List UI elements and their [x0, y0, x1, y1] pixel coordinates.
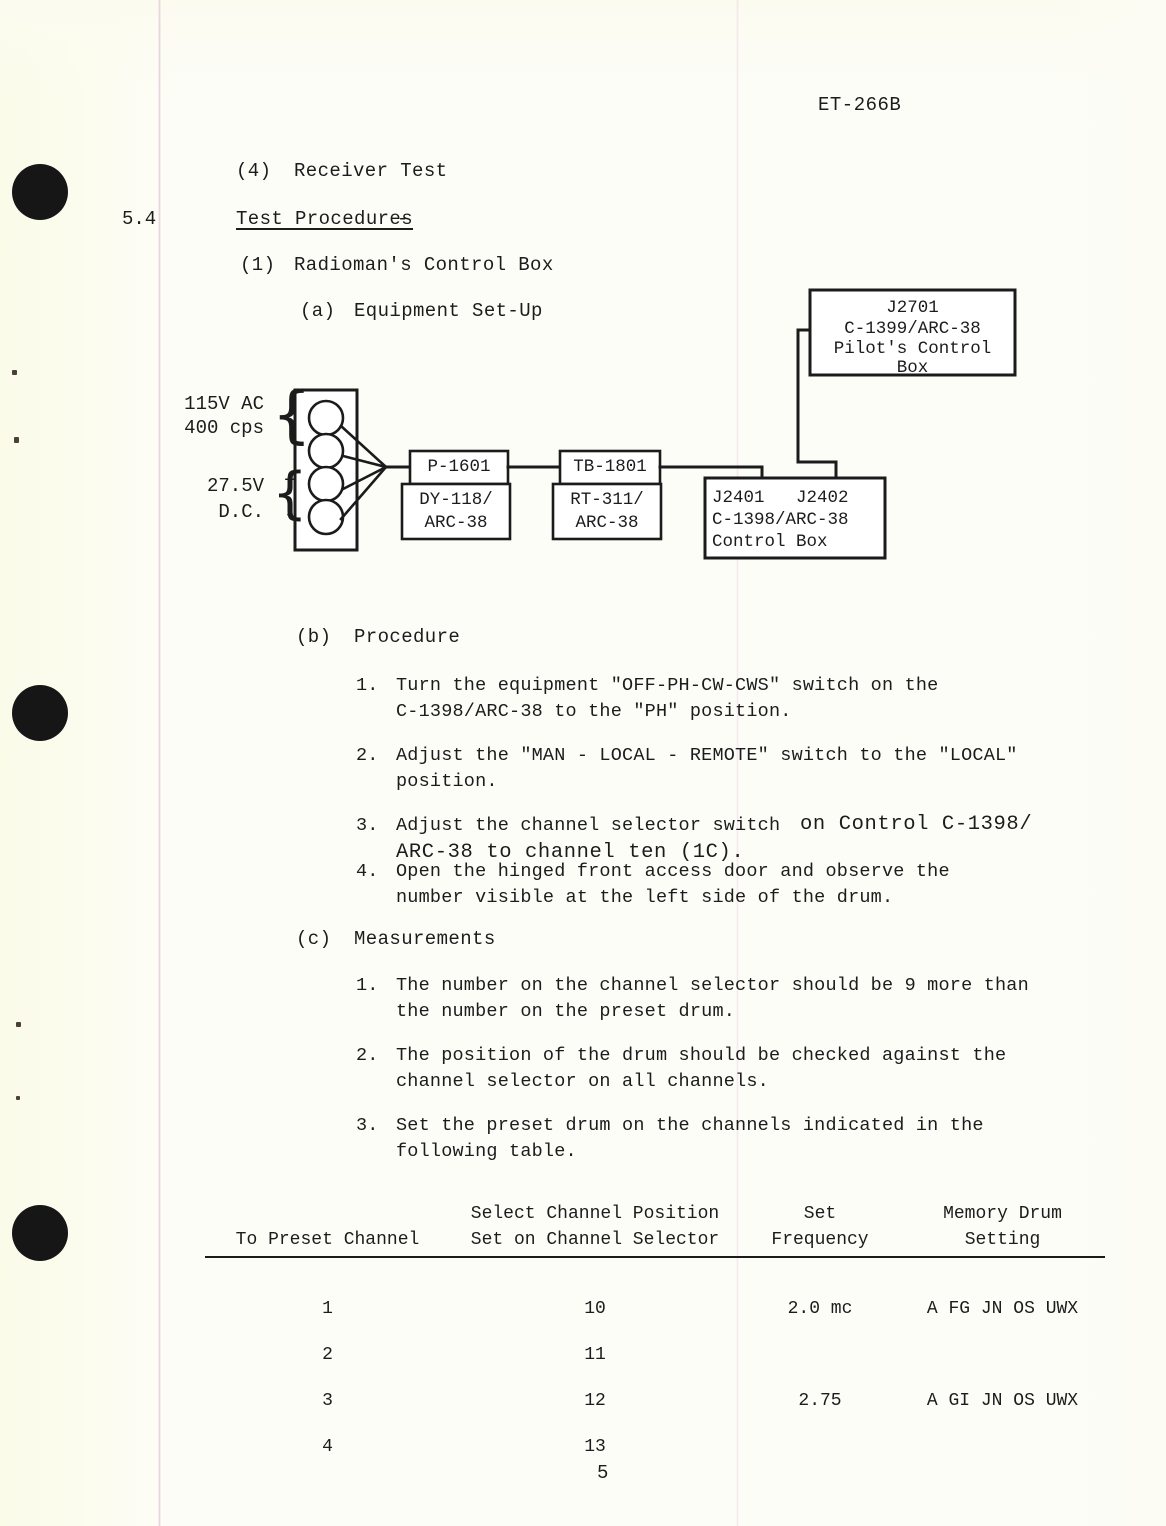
- scan-speckle: [12, 370, 17, 375]
- scan-speckle: [16, 1022, 21, 1027]
- scan-speckle: [14, 437, 19, 443]
- outline-item-4-label: (4): [236, 160, 272, 182]
- power-ac-label-line1: 115V AC: [184, 393, 264, 415]
- procedure-step-line: position.: [396, 771, 498, 792]
- cell-preset-channel: 1: [322, 1299, 333, 1320]
- table-header-row: To Preset Channel Select Channel Positio…: [205, 1175, 1105, 1286]
- table-row: 3 12 2.75 A GI JN OS UWX: [205, 1378, 1105, 1424]
- outline-item-c-label: (c): [296, 928, 332, 950]
- cell-memory-drum: [900, 1332, 1105, 1378]
- table-row: 4 13: [205, 1424, 1105, 1470]
- outline-item-b-text: Procedure: [354, 626, 461, 648]
- cell-selector-position: 10: [584, 1299, 606, 1320]
- header-rule: [740, 1256, 900, 1259]
- tb1801-connector-label: TB-1801: [573, 457, 647, 477]
- preset-channel-table: To Preset Channel Select Channel Positio…: [205, 1175, 1105, 1470]
- table-row: 2 11: [205, 1332, 1105, 1378]
- power-ac-brace: {: [272, 378, 312, 451]
- cell-memory-drum: A FG JN OS UWX: [926, 1299, 1079, 1320]
- dy118-unit-line1: DY-118/: [419, 490, 493, 510]
- header-rule: [205, 1256, 450, 1259]
- measurement-step-number: 3.: [356, 1115, 379, 1136]
- outline-item-b-label: (b): [296, 626, 332, 648]
- pilot-control-box-line4: Box: [896, 358, 929, 378]
- table-header-preset-channel: To Preset Channel: [205, 1175, 450, 1286]
- measurement-step-line: channel selector on all channels.: [396, 1071, 769, 1092]
- scanned-page: ET-266B (4) Receiver Test 5.4 Test Proce…: [0, 0, 1166, 1526]
- measurement-step-line: following table.: [396, 1141, 577, 1162]
- section-title-dash: -: [397, 208, 409, 230]
- paper-crease-left: [158, 0, 161, 1526]
- table-header-selector-position: Select Channel Position Set on Channel S…: [450, 1175, 740, 1286]
- cell-set-frequency: 2.0 mc: [787, 1299, 853, 1320]
- outline-item-1-label: (1): [240, 254, 276, 276]
- section-number: 5.4: [122, 208, 157, 230]
- procedure-step-line: Adjust the channel selector switch: [396, 815, 792, 836]
- cell-preset-channel: 2: [322, 1345, 333, 1366]
- outline-item-c-text: Measurements: [354, 928, 496, 950]
- polarity-plus-label: +: [284, 470, 297, 493]
- document-header-code: ET-266B: [818, 94, 902, 116]
- cell-set-frequency: [740, 1332, 900, 1378]
- binding-punch-hole: [12, 685, 68, 741]
- outline-item-4-text: Receiver Test: [294, 160, 448, 182]
- procedure-step-line-overtype: on Control C-1398/: [800, 813, 1033, 836]
- header-rule: [900, 1256, 1105, 1259]
- procedure-step-number: 1.: [356, 675, 379, 696]
- cell-selector-position: 11: [584, 1345, 606, 1366]
- measurement-step-line: Set the preset drum on the channels indi…: [396, 1115, 984, 1136]
- table-body: 1 10 2.0 mc A FG JN OS UWX 2 11 3 12 2.7…: [205, 1286, 1105, 1470]
- outline-item-a-label: (a): [300, 300, 336, 322]
- cell-set-frequency: 2.75: [798, 1391, 842, 1412]
- measurement-step-line: the number on the preset drum.: [396, 1001, 736, 1022]
- procedure-step-line: Open the hinged front access door and ob…: [396, 861, 950, 882]
- control-box-line3: Control Box: [712, 532, 828, 552]
- table-header-memory-drum-text: Memory Drum Setting: [943, 1204, 1062, 1251]
- p1601-connector-label: P-1601: [427, 457, 491, 477]
- cell-memory-drum: A GI JN OS UWX: [926, 1391, 1079, 1412]
- table-header-memory-drum: Memory Drum Setting: [900, 1175, 1105, 1286]
- procedure-step-line: Turn the equipment "OFF-PH-CW-CWS" switc…: [396, 675, 939, 696]
- dy118-unit-line2: ARC-38: [424, 513, 488, 533]
- table-header-preset-channel-text: To Preset Channel: [235, 1230, 420, 1251]
- cell-preset-channel: 4: [322, 1437, 333, 1458]
- paper-tint-top-edge: [0, 0, 1166, 90]
- header-rule: [450, 1256, 740, 1259]
- control-box-line1: J2401 J2402: [712, 488, 849, 508]
- cell-set-frequency: [740, 1424, 900, 1470]
- scan-speckle: [16, 1096, 20, 1100]
- cell-preset-channel: 3: [322, 1391, 333, 1412]
- power-dc-label-line2: D.C.: [218, 501, 264, 523]
- cell-memory-drum: [900, 1424, 1105, 1470]
- rt311-unit-line2: ARC-38: [575, 513, 639, 533]
- outline-item-a-text: Equipment Set-Up: [354, 300, 543, 322]
- table-header-selector-position-text: Select Channel Position Set on Channel S…: [470, 1204, 720, 1251]
- table-header-set-frequency: Set Frequency: [740, 1175, 900, 1286]
- power-ac-label-line2: 400 cps: [184, 417, 264, 439]
- measurement-step-number: 1.: [356, 975, 379, 996]
- procedure-step-line: C-1398/ARC-38 to the "PH" position.: [396, 701, 792, 722]
- procedure-step-number: 4.: [356, 861, 379, 882]
- measurement-step-number: 2.: [356, 1045, 379, 1066]
- binding-punch-hole: [12, 164, 68, 220]
- power-dc-label-line1: 27.5V: [206, 475, 264, 497]
- section-title: Test Procedures: [236, 208, 414, 230]
- control-box-line2: C-1398/ARC-38: [712, 510, 849, 530]
- pilot-control-box-line1: J2701: [886, 298, 939, 318]
- cell-selector-position: 13: [584, 1437, 606, 1458]
- procedure-step-number: 2.: [356, 745, 379, 766]
- measurement-step-line: The number on the channel selector shoul…: [396, 975, 1029, 996]
- procedure-step-line: number visible at the left side of the d…: [396, 887, 894, 908]
- table-header-set-frequency-text: Set Frequency: [771, 1204, 869, 1251]
- binding-punch-hole: [12, 1205, 68, 1261]
- outline-item-1-text: Radioman's Control Box: [294, 254, 554, 276]
- page-number: 5: [597, 1462, 609, 1484]
- polarity-minus-label: -: [284, 504, 297, 527]
- procedure-step-line: Adjust the "MAN - LOCAL - REMOTE" switch…: [396, 745, 1018, 766]
- table-row: 1 10 2.0 mc A FG JN OS UWX: [205, 1286, 1105, 1332]
- procedure-step-number: 3.: [356, 815, 379, 836]
- rt311-unit-line1: RT-311/: [570, 490, 644, 510]
- measurement-step-line: The position of the drum should be check…: [396, 1045, 1007, 1066]
- cell-selector-position: 12: [584, 1391, 606, 1412]
